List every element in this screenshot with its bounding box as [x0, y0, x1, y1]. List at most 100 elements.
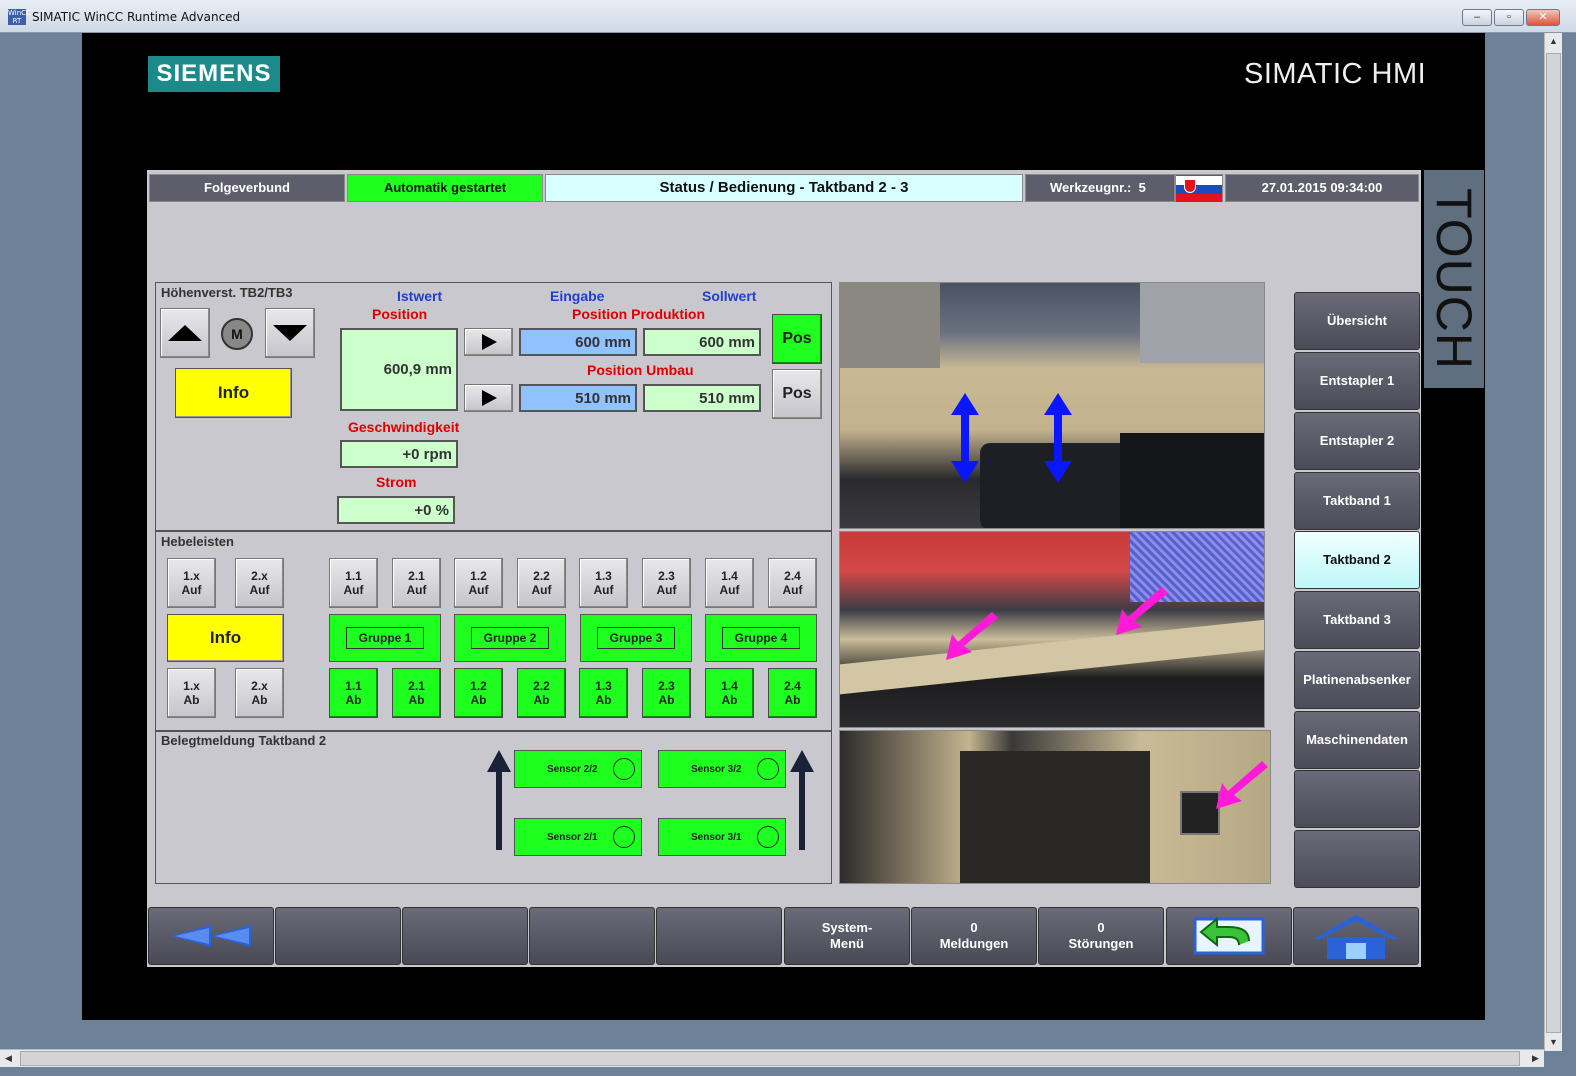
lift-1-4-up-button[interactable]: 1.4 Auf: [705, 558, 754, 608]
position-label: Position: [372, 306, 428, 322]
apply-produktion-button[interactable]: [464, 328, 513, 356]
triangle-up-icon: [168, 325, 202, 341]
messages-button[interactable]: 0 Meldungen: [911, 907, 1037, 965]
lift-1x-up-button[interactable]: 1.x Auf: [167, 558, 216, 608]
umbau-input-field[interactable]: 510 mm: [519, 384, 637, 412]
nav-maschinendaten[interactable]: Maschinendaten: [1294, 711, 1420, 769]
sensor-led-icon: [757, 758, 779, 780]
position-produktion-label: Position Produktion: [572, 306, 705, 322]
group-3-button[interactable]: Gruppe 3: [580, 614, 692, 662]
lift-1-4-down-button[interactable]: 1.4 Ab: [705, 668, 754, 718]
nav-entstapler-2[interactable]: Entstapler 2: [1294, 412, 1420, 470]
h-scroll-thumb[interactable]: [20, 1051, 1520, 1066]
touch-label: TOUCH: [1424, 170, 1484, 388]
move-down-button[interactable]: [265, 308, 315, 358]
lift-2-2-down-button[interactable]: 2.2 Ab: [517, 668, 566, 718]
lift-1-3-down-button[interactable]: 1.3 Ab: [579, 668, 628, 718]
faults-button[interactable]: 0 Störungen: [1038, 907, 1164, 965]
scroll-up-arrow-icon[interactable]: ▲: [1545, 33, 1562, 50]
double-back-arrow-icon: [171, 925, 251, 947]
lift-1-2-down-button[interactable]: 1.2 Ab: [454, 668, 503, 718]
pos-produktion-button[interactable]: Pos: [772, 314, 822, 364]
lift-2-2-up-button[interactable]: 2.2 Auf: [517, 558, 566, 608]
position-actual-field: 600,9 mm: [340, 328, 458, 411]
lift-1x-down-button[interactable]: 1.x Ab: [167, 668, 216, 718]
function-button-4[interactable]: [529, 907, 655, 965]
produktion-input-field[interactable]: 600 mm: [519, 328, 637, 356]
pos-umbau-button[interactable]: Pos: [772, 369, 822, 419]
arrow-up-left-icon: [487, 750, 511, 850]
height-info-button[interactable]: Info: [175, 368, 292, 418]
horizontal-scrollbar[interactable]: ◀ ▶: [0, 1049, 1544, 1067]
auto-status-field: Automatik gestartet: [347, 174, 543, 202]
umbau-setpoint-field: 510 mm: [643, 384, 761, 412]
nav-entstapler-1[interactable]: Entstapler 1: [1294, 352, 1420, 410]
system-menu-button[interactable]: System- Menü: [784, 907, 910, 965]
window-titlebar: WinCC RT SIMATIC WinCC Runtime Advanced …: [0, 0, 1576, 33]
sensor-2-2-indicator: Sensor 2/2: [514, 750, 642, 788]
current-field: +0 %: [337, 496, 455, 524]
maximize-button[interactable]: ▫: [1494, 9, 1524, 26]
position-umbau-label: Position Umbau: [587, 362, 694, 378]
operation-mode-field: Folgeverbund: [149, 174, 345, 202]
sensor-3-1-indicator: Sensor 3/1: [658, 818, 786, 856]
window-title: SIMATIC WinCC Runtime Advanced: [32, 10, 241, 24]
lift-2x-down-button[interactable]: 2.x Ab: [235, 668, 284, 718]
siemens-logo: SIEMENS: [148, 56, 280, 92]
lift-2-1-down-button[interactable]: 2.1 Ab: [392, 668, 441, 718]
lift-1-2-up-button[interactable]: 1.2 Auf: [454, 558, 503, 608]
nav-platinenabsenker[interactable]: Platinenabsenker: [1294, 651, 1420, 709]
vertical-scrollbar[interactable]: ▲ ▼: [1544, 33, 1562, 1051]
hebeleisten-title: Hebeleisten: [161, 534, 234, 549]
nav-taktband-2[interactable]: Taktband 2: [1294, 531, 1420, 589]
triangle-down-icon: [273, 325, 307, 341]
blue-double-arrow-icon: [951, 393, 979, 483]
nav-taktband-1[interactable]: Taktband 1: [1294, 472, 1420, 530]
lift-1-1-down-button[interactable]: 1.1 Ab: [329, 668, 378, 718]
sensor-led-icon: [757, 826, 779, 848]
nav-taktband-3[interactable]: Taktband 3: [1294, 591, 1420, 649]
scroll-thumb[interactable]: [1546, 53, 1561, 1033]
nav-uebersicht[interactable]: Übersicht: [1294, 292, 1420, 350]
lift-2x-up-button[interactable]: 2.x Auf: [235, 558, 284, 608]
sensor-2-1-indicator: Sensor 2/1: [514, 818, 642, 856]
lift-2-1-up-button[interactable]: 2.1 Auf: [392, 558, 441, 608]
home-button[interactable]: [1293, 907, 1419, 965]
minimize-button[interactable]: –: [1462, 9, 1492, 26]
language-flag-icon[interactable]: [1175, 174, 1223, 202]
group-1-button[interactable]: Gruppe 1: [329, 614, 441, 662]
machine-photo-sensors: [839, 730, 1271, 884]
sollwert-label: Sollwert: [702, 288, 757, 304]
belegt-title: Belegtmeldung Taktband 2: [161, 733, 327, 748]
function-button-2[interactable]: [275, 907, 401, 965]
speed-field: +0 rpm: [340, 440, 458, 468]
simatic-hmi-label: SIMATIC HMI: [1244, 58, 1427, 90]
lift-2-3-up-button[interactable]: 2.3 Auf: [642, 558, 691, 608]
play-arrow-icon: [481, 334, 497, 350]
lift-2-4-up-button[interactable]: 2.4 Auf: [768, 558, 817, 608]
close-button[interactable]: ✕: [1526, 9, 1560, 26]
arrow-up-right-icon: [790, 750, 814, 850]
scroll-right-arrow-icon[interactable]: ▶: [1527, 1050, 1544, 1067]
hebeleisten-info-button[interactable]: Info: [167, 614, 284, 662]
istwert-label: Istwert: [397, 288, 443, 304]
lift-1-1-up-button[interactable]: 1.1 Auf: [329, 558, 378, 608]
back-button[interactable]: [148, 907, 274, 965]
nav-empty-2[interactable]: [1294, 830, 1420, 888]
lift-1-3-up-button[interactable]: 1.3 Auf: [579, 558, 628, 608]
group-2-button[interactable]: Gruppe 2: [454, 614, 566, 662]
scroll-down-arrow-icon[interactable]: ▼: [1545, 1034, 1562, 1051]
return-button[interactable]: [1166, 907, 1292, 965]
apply-umbau-button[interactable]: [464, 384, 513, 412]
lift-2-4-down-button[interactable]: 2.4 Ab: [768, 668, 817, 718]
function-button-5[interactable]: [656, 907, 782, 965]
group-4-button[interactable]: Gruppe 4: [705, 614, 817, 662]
datetime-field: 27.01.2015 09:34:00: [1225, 174, 1419, 202]
lift-2-3-down-button[interactable]: 2.3 Ab: [642, 668, 691, 718]
move-up-button[interactable]: [160, 308, 210, 358]
magenta-arrow-icon: [946, 612, 998, 660]
nav-empty-1[interactable]: [1294, 770, 1420, 828]
scroll-left-arrow-icon[interactable]: ◀: [0, 1050, 17, 1067]
wincc-app-icon: WinCC RT: [8, 9, 31, 25]
function-button-3[interactable]: [402, 907, 528, 965]
